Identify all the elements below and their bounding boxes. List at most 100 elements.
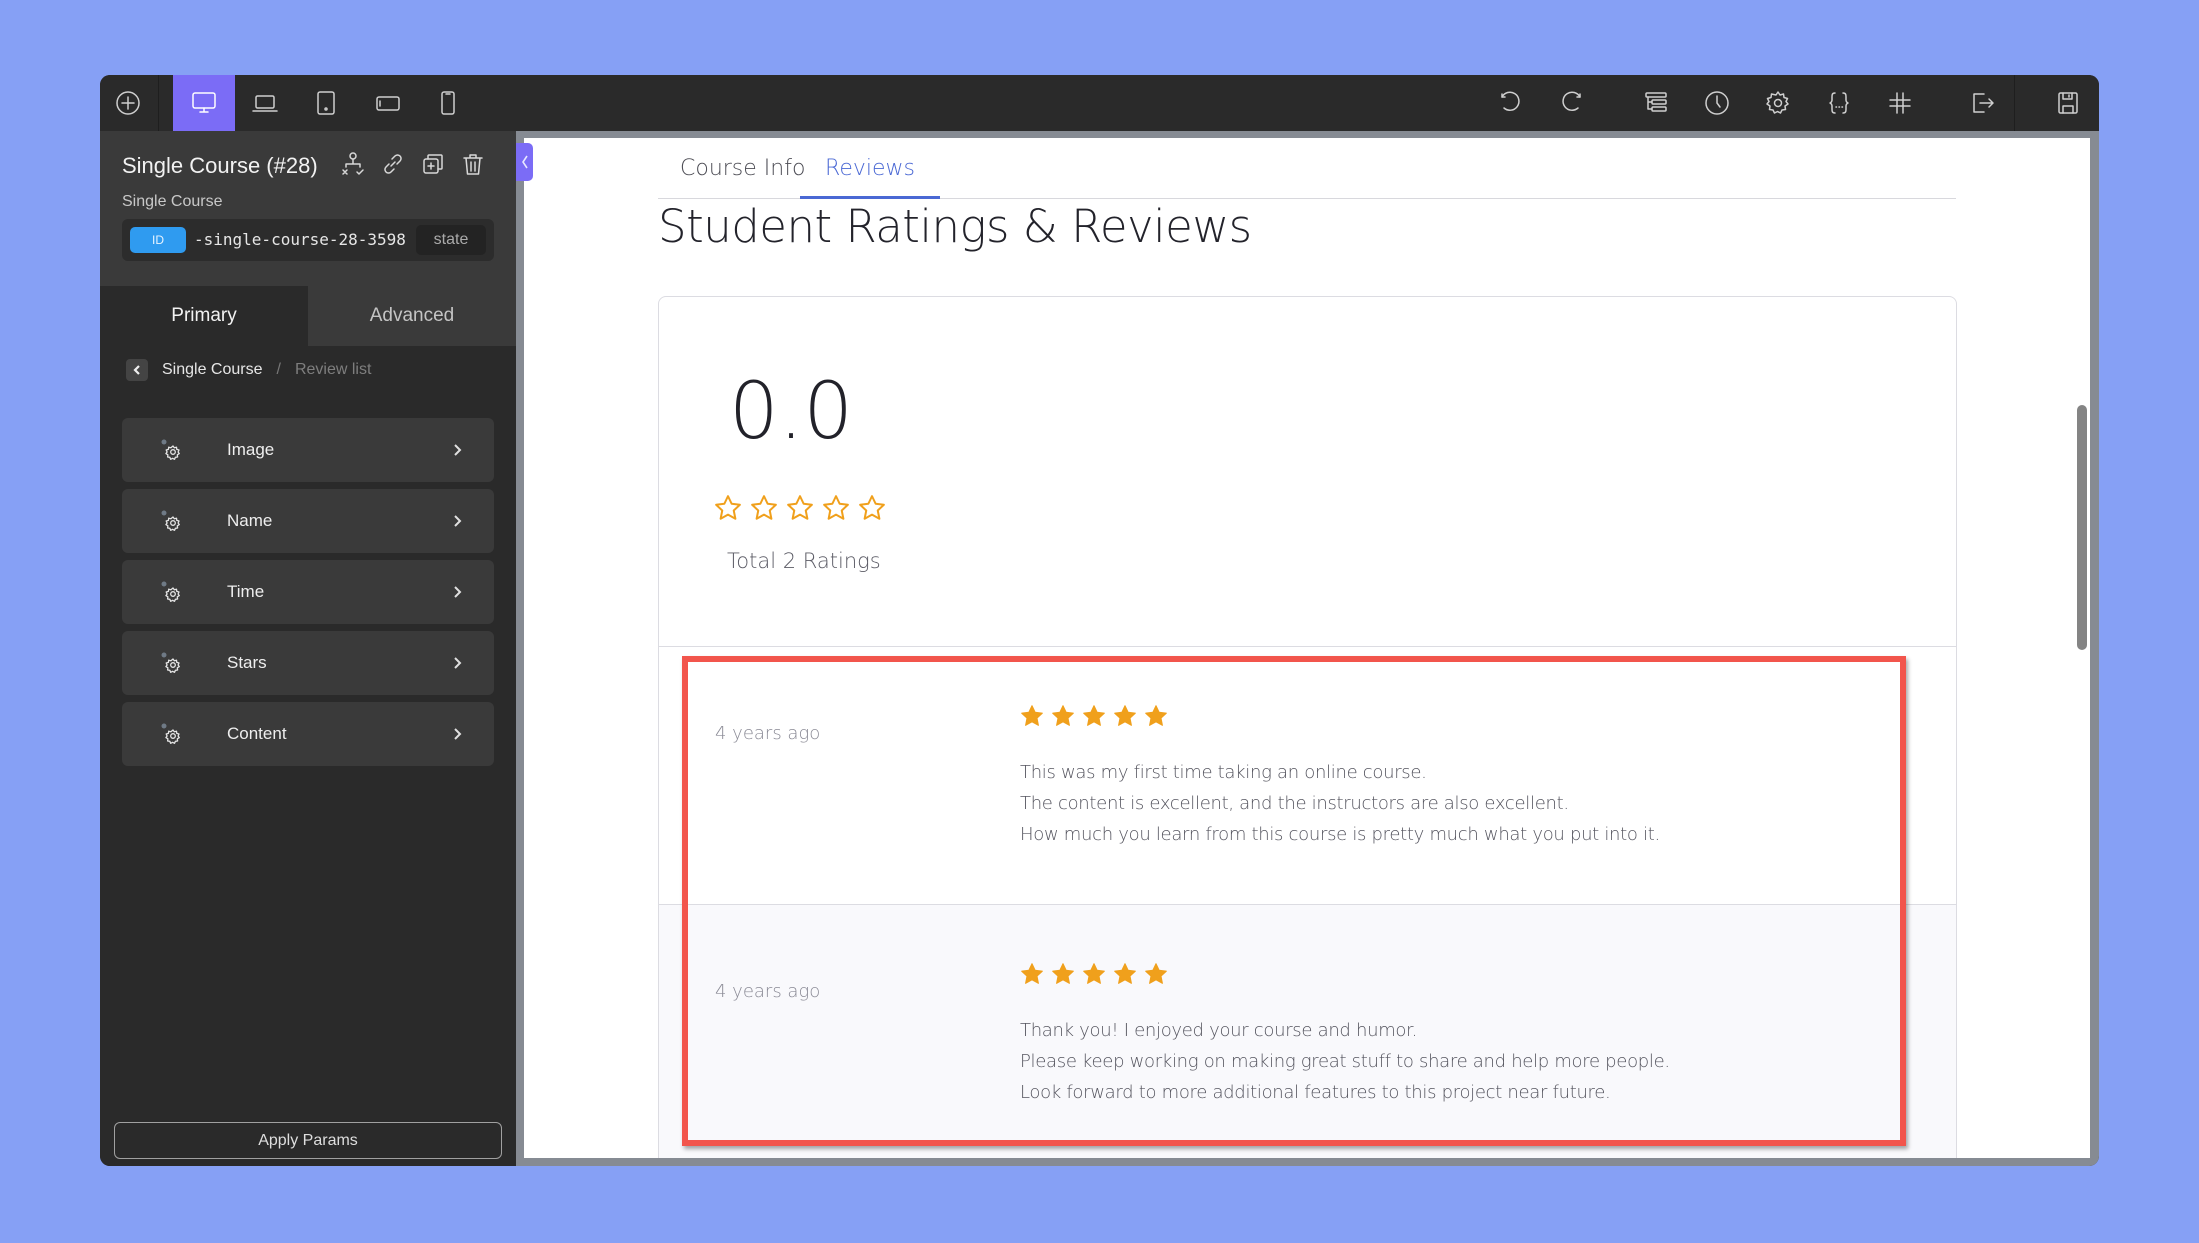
duplicate-icon bbox=[423, 154, 443, 174]
star-filled-icon bbox=[1083, 963, 1105, 984]
hierarchy-icon bbox=[342, 152, 364, 175]
reviews-card: 0.0 Total 2 Ratings 4 years ago This was… bbox=[658, 296, 1957, 1158]
element-id-row: ID -single-course-28-3598 state bbox=[122, 219, 494, 261]
tab-reviews[interactable]: Reviews bbox=[800, 138, 940, 199]
element-title: Single Course (#28) bbox=[122, 153, 318, 178]
param-item-stars[interactable]: Stars bbox=[122, 631, 494, 695]
review-line: Please keep working on making great stuf… bbox=[1020, 1051, 1670, 1072]
apply-params-button[interactable]: Apply Params bbox=[114, 1122, 502, 1159]
tab-advanced[interactable]: Advanced bbox=[308, 286, 516, 346]
grid-button[interactable] bbox=[1872, 75, 1928, 131]
trash-icon bbox=[463, 154, 483, 175]
param-item-content[interactable]: Content bbox=[122, 702, 494, 766]
param-item-image[interactable]: Image bbox=[122, 418, 494, 482]
device-tablet-button[interactable] bbox=[298, 75, 354, 131]
star-filled-icon bbox=[1052, 705, 1074, 726]
param-item-label: Time bbox=[227, 582, 265, 601]
toolbar-divider bbox=[2014, 75, 2015, 131]
collapse-panel-button[interactable] bbox=[516, 143, 533, 181]
rating-summary: 0.0 Total 2 Ratings bbox=[659, 297, 1956, 647]
param-item-time[interactable]: Time bbox=[122, 560, 494, 624]
dynamic-settings-icon bbox=[160, 651, 184, 675]
mobile-portrait-icon bbox=[441, 91, 455, 115]
duplicate-button[interactable] bbox=[418, 149, 448, 179]
state-button[interactable]: state bbox=[416, 225, 486, 255]
star-filled-icon bbox=[1114, 705, 1136, 726]
review-stars bbox=[1019, 961, 1169, 987]
review-line: How much you learn from this course is p… bbox=[1020, 824, 1660, 845]
laptop-icon bbox=[252, 95, 278, 112]
link-icon bbox=[384, 154, 402, 174]
navigator-button[interactable] bbox=[338, 149, 368, 179]
param-item-name[interactable]: Name bbox=[122, 489, 494, 553]
device-laptop-button[interactable] bbox=[237, 75, 293, 131]
chevron-left-icon bbox=[133, 365, 140, 375]
breadcrumb-parent[interactable]: Single Course bbox=[162, 361, 263, 379]
summary-stars bbox=[713, 493, 887, 523]
add-element-button[interactable] bbox=[100, 75, 156, 131]
device-mobile-landscape-button[interactable] bbox=[360, 75, 416, 131]
star-filled-icon bbox=[1083, 705, 1105, 726]
star-filled-icon bbox=[1114, 963, 1136, 984]
breadcrumb-separator: / bbox=[276, 361, 281, 378]
star-filled-icon bbox=[1052, 963, 1074, 984]
star-outline-icon bbox=[715, 495, 741, 520]
history-icon bbox=[1705, 91, 1729, 115]
save-button[interactable] bbox=[2040, 75, 2096, 131]
dynamic-settings-icon bbox=[160, 438, 184, 462]
star-outline-icon bbox=[751, 495, 777, 520]
exit-icon bbox=[1973, 93, 1994, 113]
custom-code-button[interactable] bbox=[1811, 75, 1867, 131]
back-button[interactable] bbox=[126, 359, 148, 381]
settings-icon bbox=[1766, 91, 1789, 114]
review-line: Thank you! I enjoyed your course and hum… bbox=[1020, 1020, 1418, 1041]
settings-button[interactable] bbox=[1750, 75, 1806, 131]
star-filled-icon bbox=[1145, 705, 1167, 726]
breadcrumb-current: Review list bbox=[294, 361, 372, 378]
properties-panel: Single Course (#28) Single Course ID -si… bbox=[100, 131, 516, 1166]
param-list: Image Name Time Stars Content bbox=[122, 418, 494, 773]
panel-tabs: Primary Advanced bbox=[100, 286, 516, 346]
desktop-icon bbox=[192, 92, 216, 113]
delete-button[interactable] bbox=[458, 149, 488, 179]
star-outline-icon bbox=[787, 495, 813, 520]
history-button[interactable] bbox=[1689, 75, 1745, 131]
device-desktop-button[interactable] bbox=[173, 75, 235, 131]
review-item: 4 years ago This was my first time takin… bbox=[659, 647, 1956, 905]
grid-icon bbox=[1889, 92, 1911, 114]
chevron-right-icon bbox=[450, 442, 464, 458]
chevron-right-icon bbox=[450, 655, 464, 671]
param-item-label: Stars bbox=[227, 653, 267, 672]
toolbar-divider bbox=[158, 75, 159, 131]
exit-button[interactable] bbox=[1954, 75, 2010, 131]
save-icon bbox=[2058, 92, 2078, 114]
redo-button[interactable] bbox=[1544, 75, 1600, 131]
element-actions bbox=[338, 149, 488, 179]
link-button[interactable] bbox=[378, 149, 408, 179]
undo-icon bbox=[1501, 91, 1520, 111]
tab-course-info[interactable]: Course Info bbox=[680, 138, 805, 199]
average-rating: 0.0 bbox=[729, 367, 854, 457]
star-filled-icon bbox=[1145, 963, 1167, 984]
canvas-scrollbar[interactable] bbox=[2077, 405, 2087, 650]
param-item-label: Content bbox=[227, 724, 287, 743]
id-badge[interactable]: ID bbox=[130, 227, 186, 253]
structure-button[interactable] bbox=[1628, 75, 1684, 131]
device-mobile-portrait-button[interactable] bbox=[420, 75, 476, 131]
star-outline-icon bbox=[859, 495, 885, 520]
chevron-right-icon bbox=[450, 584, 464, 600]
review-time: 4 years ago bbox=[715, 723, 821, 744]
review-time: 4 years ago bbox=[715, 981, 821, 1002]
breadcrumb: Single Course / Review list bbox=[126, 358, 371, 382]
review-line: The content is excellent, and the instru… bbox=[1020, 793, 1569, 814]
redo-icon bbox=[1562, 91, 1581, 111]
undo-button[interactable] bbox=[1482, 75, 1538, 131]
add-icon bbox=[116, 91, 140, 115]
dynamic-settings-icon bbox=[160, 722, 184, 746]
chevron-left-icon bbox=[521, 155, 528, 169]
review-line: Look forward to more additional features… bbox=[1020, 1082, 1611, 1103]
element-id-field[interactable]: -single-course-28-3598 bbox=[194, 219, 414, 261]
chevron-right-icon bbox=[450, 513, 464, 529]
review-stars bbox=[1019, 703, 1169, 729]
tab-primary[interactable]: Primary bbox=[100, 286, 308, 346]
